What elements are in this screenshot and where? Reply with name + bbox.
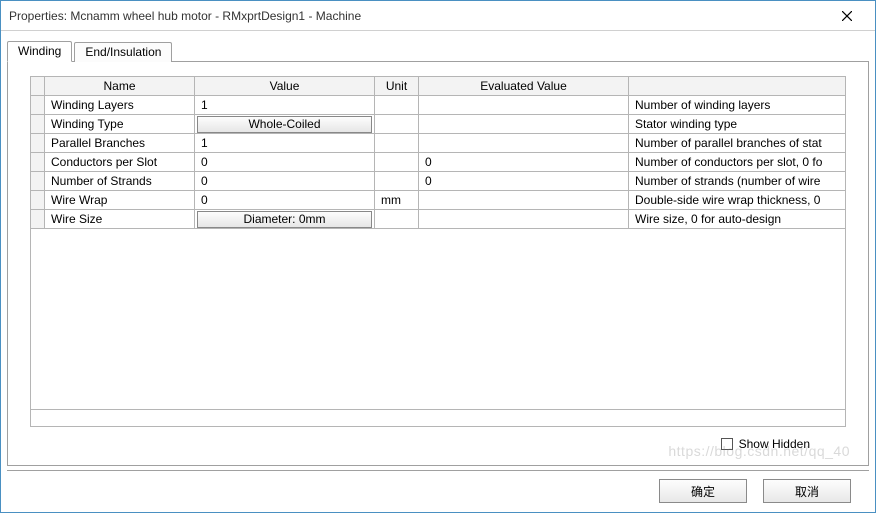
cell-value[interactable]: 1	[195, 134, 375, 153]
cell-unit[interactable]	[375, 210, 419, 229]
cell-unit[interactable]	[375, 153, 419, 172]
show-hidden-label: Show Hidden	[739, 437, 810, 451]
cell-description[interactable]: Double-side wire wrap thickness, 0	[629, 191, 846, 210]
dialog-button-bar: 确定 取消	[7, 470, 869, 508]
cell-description[interactable]: Stator winding type	[629, 115, 846, 134]
table-row: Winding TypeWhole-Coiled Stator winding t…	[31, 115, 846, 134]
cell-value[interactable]: 0	[195, 172, 375, 191]
properties-dialog: Properties: Mcnamm wheel hub motor - RMx…	[0, 0, 876, 513]
grid-empty-area	[30, 229, 846, 410]
cell-evaluated[interactable]	[419, 96, 629, 115]
ok-button[interactable]: 确定	[659, 479, 747, 503]
show-hidden-checkbox[interactable]: Show Hidden	[721, 437, 810, 451]
table-row: Parallel Branches1 Number of parallel bra…	[31, 134, 846, 153]
cell-value[interactable]: Whole-Coiled	[195, 115, 375, 134]
cell-value[interactable]: 0	[195, 153, 375, 172]
col-header-value[interactable]: Value	[195, 77, 375, 96]
cell-name[interactable]: Number of Strands	[45, 172, 195, 191]
window-title: Properties: Mcnamm wheel hub motor - RMx…	[9, 9, 827, 23]
cell-description[interactable]: Number of strands (number of wire	[629, 172, 846, 191]
cell-evaluated[interactable]: 0	[419, 153, 629, 172]
cell-value[interactable]: Diameter: 0mm	[195, 210, 375, 229]
cell-value[interactable]: 0	[195, 191, 375, 210]
cell-unit[interactable]: mm	[375, 191, 419, 210]
close-button[interactable]	[827, 2, 867, 30]
table-row: Winding Layers1 Number of winding layers	[31, 96, 846, 115]
client-area: Winding End/Insulation	[1, 31, 875, 512]
value-picker-button[interactable]: Diameter: 0mm	[197, 211, 372, 228]
col-header-desc[interactable]	[629, 77, 846, 96]
tabstrip: Winding End/Insulation	[7, 37, 869, 61]
cell-description[interactable]: Wire size, 0 for auto-design	[629, 210, 846, 229]
row-header[interactable]	[31, 96, 45, 115]
cell-value[interactable]: 1	[195, 96, 375, 115]
row-header[interactable]	[31, 210, 45, 229]
cell-name[interactable]: Wire Wrap	[45, 191, 195, 210]
cell-unit[interactable]	[375, 115, 419, 134]
row-header[interactable]	[31, 191, 45, 210]
cancel-button[interactable]: 取消	[763, 479, 851, 503]
row-header[interactable]	[31, 172, 45, 191]
row-header[interactable]	[31, 153, 45, 172]
cell-description[interactable]: Number of parallel branches of stat	[629, 134, 846, 153]
table-row: Conductors per Slot00Number of conductor…	[31, 153, 846, 172]
checkbox-box-icon	[721, 438, 733, 450]
cell-name[interactable]: Winding Type	[45, 115, 195, 134]
tab-panel-winding: Name Value Unit Evaluated Value Winding …	[7, 61, 869, 466]
grid-header-row: Name Value Unit Evaluated Value	[31, 77, 846, 96]
col-header-name[interactable]: Name	[45, 77, 195, 96]
cell-unit[interactable]	[375, 172, 419, 191]
table-row: Wire SizeDiameter: 0mm Wire size, 0 for a…	[31, 210, 846, 229]
cell-name[interactable]: Wire Size	[45, 210, 195, 229]
tab-winding[interactable]: Winding	[7, 41, 72, 62]
property-grid: Name Value Unit Evaluated Value Winding …	[30, 76, 846, 229]
cell-description[interactable]: Number of conductors per slot, 0 fo	[629, 153, 846, 172]
cell-name[interactable]: Winding Layers	[45, 96, 195, 115]
col-header-evaluated[interactable]: Evaluated Value	[419, 77, 629, 96]
cell-evaluated[interactable]	[419, 115, 629, 134]
property-grid-wrap: Name Value Unit Evaluated Value Winding …	[30, 76, 846, 427]
cell-evaluated[interactable]: 0	[419, 172, 629, 191]
cell-evaluated[interactable]	[419, 191, 629, 210]
table-row: Number of Strands00Number of strands (nu…	[31, 172, 846, 191]
value-picker-button[interactable]: Whole-Coiled	[197, 116, 372, 133]
table-row: Wire Wrap0mm Double-side wire wrap thickn…	[31, 191, 846, 210]
cell-evaluated[interactable]	[419, 134, 629, 153]
tab-end-insulation[interactable]: End/Insulation	[74, 42, 172, 62]
cell-evaluated[interactable]	[419, 210, 629, 229]
cell-unit[interactable]	[375, 134, 419, 153]
titlebar: Properties: Mcnamm wheel hub motor - RMx…	[1, 1, 875, 31]
close-icon	[842, 11, 852, 21]
grid-horizontal-scrollbar[interactable]	[30, 410, 846, 427]
cell-name[interactable]: Parallel Branches	[45, 134, 195, 153]
cell-description[interactable]: Number of winding layers	[629, 96, 846, 115]
cell-name[interactable]: Conductors per Slot	[45, 153, 195, 172]
grid-corner	[31, 77, 45, 96]
panel-footer: Show Hidden	[30, 427, 846, 457]
row-header[interactable]	[31, 115, 45, 134]
row-header[interactable]	[31, 134, 45, 153]
cell-unit[interactable]	[375, 96, 419, 115]
col-header-unit[interactable]: Unit	[375, 77, 419, 96]
